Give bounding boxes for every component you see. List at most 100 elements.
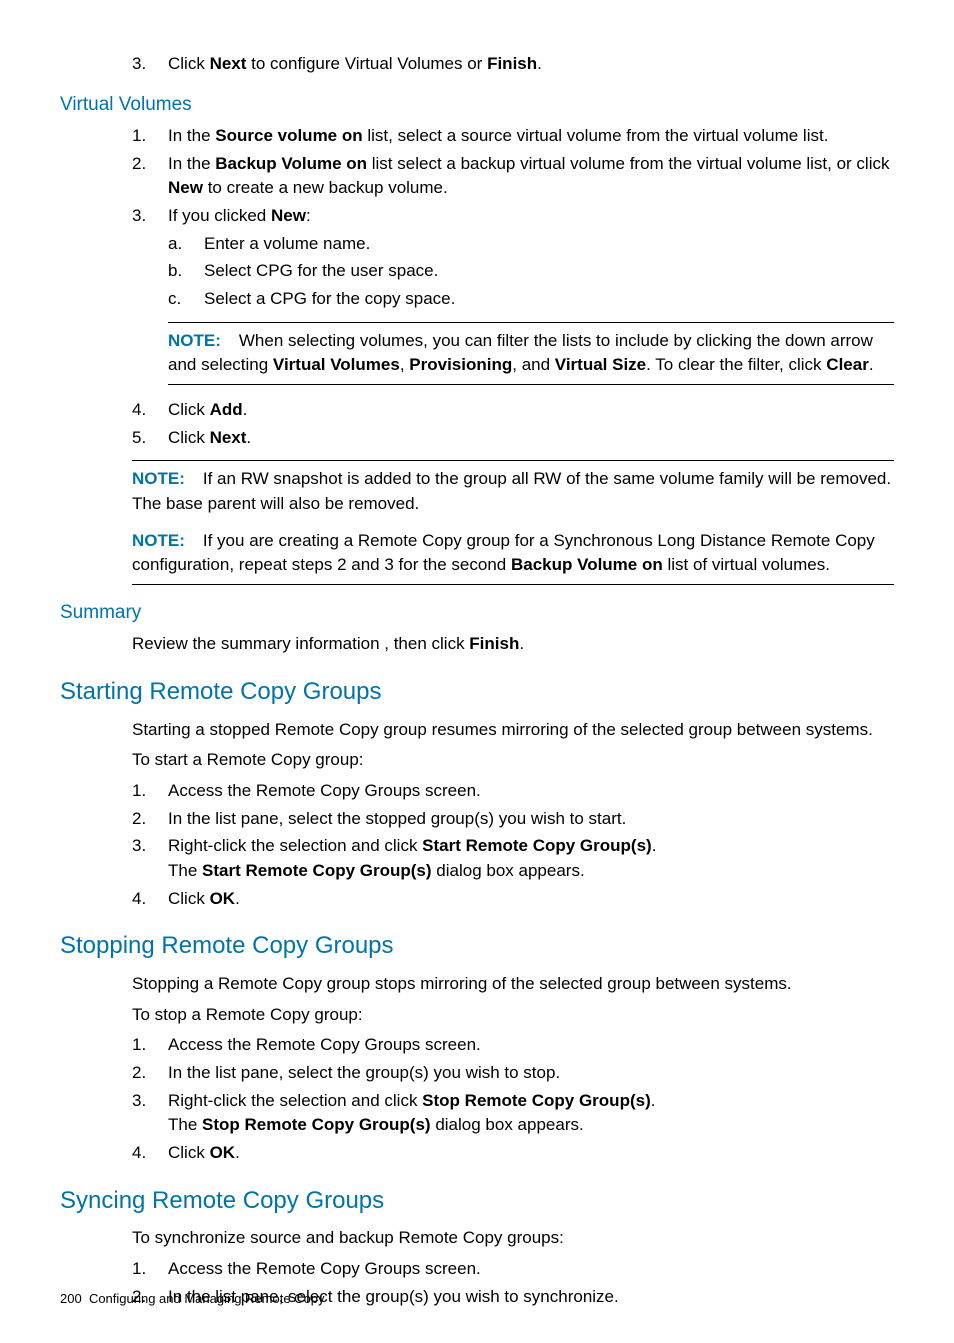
list-number: 2.	[132, 1061, 168, 1086]
bold-text: Stop Remote Copy Group(s)	[422, 1091, 651, 1110]
list-item: 1. Access the Remote Copy Groups screen.	[132, 1257, 894, 1282]
paragraph: To start a Remote Copy group:	[132, 748, 894, 773]
list-item: 3. Right-click the selection and click S…	[132, 834, 894, 883]
text: .	[651, 1091, 656, 1110]
text: The	[168, 1115, 202, 1134]
text: list select a backup virtual volume from…	[367, 154, 889, 173]
page-number: 200	[60, 1291, 82, 1306]
list-content: Click Next.	[168, 426, 894, 451]
virtual-volumes-list: 1. In the Source volume on list, select …	[132, 124, 894, 450]
note-stack: NOTE:If an RW snapshot is added to the g…	[132, 460, 894, 585]
list-item: 1. In the Source volume on list, select …	[132, 124, 894, 149]
text: dialog box appears.	[431, 1115, 584, 1134]
text: .	[246, 428, 251, 447]
note-box: NOTE:If an RW snapshot is added to the g…	[132, 461, 894, 522]
text: Right-click the selection and click	[168, 836, 422, 855]
list-content: Select a CPG for the copy space.	[204, 287, 894, 312]
list-content: Click Next to configure Virtual Volumes …	[168, 52, 894, 77]
syncing-heading: Syncing Remote Copy Groups	[60, 1184, 894, 1219]
list-content: Click OK.	[168, 1141, 894, 1166]
list-number: 3.	[132, 52, 168, 77]
list-content: Access the Remote Copy Groups screen.	[168, 1257, 894, 1282]
text: .	[235, 889, 240, 908]
bold-text: Start Remote Copy Group(s)	[202, 861, 432, 880]
list-number: 2.	[132, 152, 168, 201]
list-number: 4.	[132, 398, 168, 423]
list-item: 2. In the list pane, select the group(s)…	[132, 1061, 894, 1086]
list-number: 1.	[132, 1033, 168, 1058]
text: .	[243, 400, 248, 419]
bold-text: Next	[210, 428, 247, 447]
bold-text: Virtual Volumes	[273, 355, 400, 374]
list-content: Right-click the selection and click Star…	[168, 834, 894, 883]
text: In the	[168, 154, 215, 173]
list-number: 1.	[132, 124, 168, 149]
intro-list: 3. Click Next to configure Virtual Volum…	[132, 52, 894, 77]
list-item: 2. In the Backup Volume on list select a…	[132, 152, 894, 201]
text: , and	[512, 355, 555, 374]
list-item: a. Enter a volume name.	[168, 232, 894, 257]
text: The	[168, 861, 202, 880]
text: . To clear the filter, click	[646, 355, 826, 374]
list-number: c.	[168, 287, 204, 312]
list-number: 1.	[132, 779, 168, 804]
bold-text: Source volume on	[215, 126, 362, 145]
list-item: 4. Click Add.	[132, 398, 894, 423]
list-number: 1.	[132, 1257, 168, 1282]
text: ,	[400, 355, 409, 374]
bold-text: New	[271, 206, 306, 225]
bold-text: Next	[210, 54, 247, 73]
bold-text: Add	[210, 400, 243, 419]
note-box: NOTE:If you are creating a Remote Copy g…	[132, 523, 894, 584]
text: In the	[168, 126, 215, 145]
bold-text: Finish	[469, 634, 519, 653]
list-item: 3. Right-click the selection and click S…	[132, 1089, 894, 1138]
summary-heading: Summary	[60, 599, 894, 627]
text: .	[869, 355, 874, 374]
text: .	[537, 54, 542, 73]
bold-text: Finish	[487, 54, 537, 73]
bold-text: Start Remote Copy Group(s)	[422, 836, 652, 855]
note-label: NOTE:	[168, 331, 221, 350]
text: Click	[168, 1143, 210, 1162]
footer-text: Configuring and Managing Remote Copy	[89, 1291, 325, 1306]
text: Right-click the selection and click	[168, 1091, 422, 1110]
list-item: 5. Click Next.	[132, 426, 894, 451]
bold-text: Provisioning	[409, 355, 512, 374]
starting-list: 1. Access the Remote Copy Groups screen.…	[132, 779, 894, 911]
list-number: 2.	[132, 807, 168, 832]
bold-text: Clear	[826, 355, 869, 374]
list-number: 5.	[132, 426, 168, 451]
list-number: 4.	[132, 887, 168, 912]
page-footer: 200 Configuring and Managing Remote Copy	[60, 1290, 325, 1309]
list-number: 3.	[132, 1089, 168, 1138]
stopping-list: 1. Access the Remote Copy Groups screen.…	[132, 1033, 894, 1165]
list-item: 1. Access the Remote Copy Groups screen.	[132, 1033, 894, 1058]
list-item: 4. Click OK.	[132, 1141, 894, 1166]
text: list of virtual volumes.	[663, 555, 830, 574]
list-item: 2. In the list pane, select the stopped …	[132, 807, 894, 832]
text: Click	[168, 889, 210, 908]
paragraph: Stopping a Remote Copy group stops mirro…	[132, 972, 894, 997]
text: Review the summary information , then cl…	[132, 634, 469, 653]
text: Click	[168, 54, 210, 73]
bold-text: Backup Volume on	[215, 154, 367, 173]
list-content: In the Backup Volume on list select a ba…	[168, 152, 894, 201]
bold-text: Stop Remote Copy Group(s)	[202, 1115, 431, 1134]
paragraph: To stop a Remote Copy group:	[132, 1003, 894, 1028]
note-box: NOTE:When selecting volumes, you can fil…	[168, 322, 894, 385]
bold-text: OK	[210, 889, 236, 908]
list-item: c. Select a CPG for the copy space.	[168, 287, 894, 312]
text: .	[235, 1143, 240, 1162]
list-content: Right-click the selection and click Stop…	[168, 1089, 894, 1138]
text: to configure Virtual Volumes or	[246, 54, 487, 73]
list-content: If you clicked New: a. Enter a volume na…	[168, 204, 894, 395]
list-item: 3. If you clicked New: a. Enter a volume…	[132, 204, 894, 395]
sub-list: a. Enter a volume name. b. Select CPG fo…	[168, 232, 894, 312]
bold-text: Virtual Size	[555, 355, 646, 374]
list-number: 3.	[132, 204, 168, 395]
starting-heading: Starting Remote Copy Groups	[60, 675, 894, 710]
list-number: b.	[168, 259, 204, 284]
list-content: Click OK.	[168, 887, 894, 912]
text: dialog box appears.	[432, 861, 585, 880]
